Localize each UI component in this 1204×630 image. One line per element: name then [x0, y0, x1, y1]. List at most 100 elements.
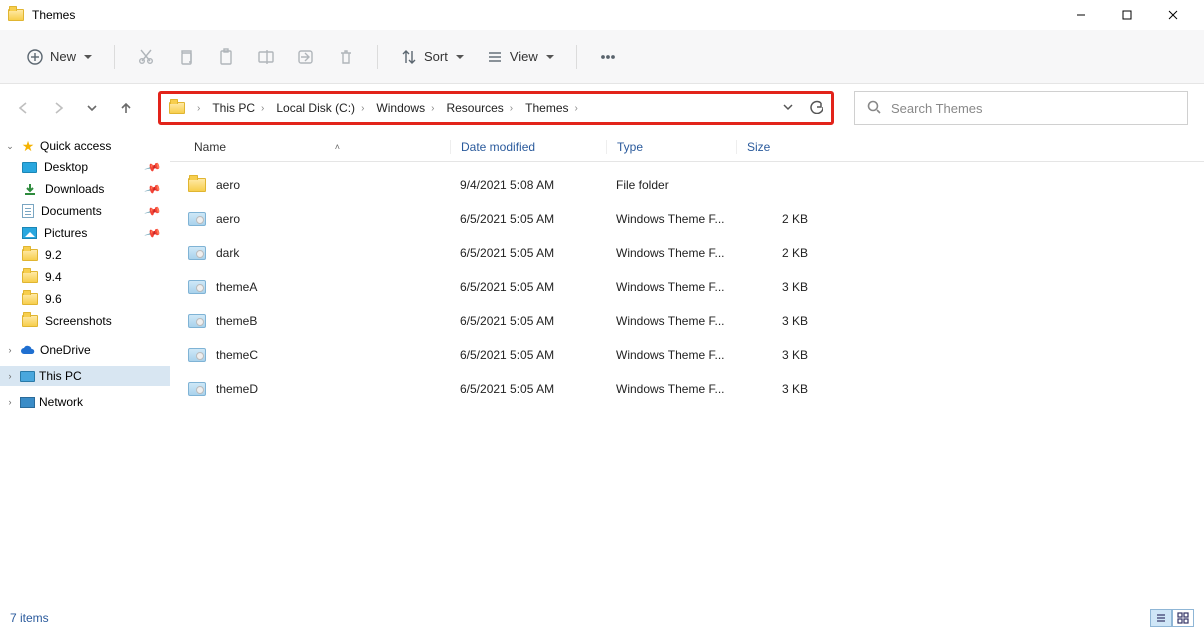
back-button[interactable]: [10, 94, 38, 122]
view-label: View: [510, 49, 538, 64]
ellipsis-icon: [599, 48, 617, 66]
address-bar[interactable]: › This PC› Local Disk (C:)› Windows› Res…: [158, 91, 834, 125]
rename-button[interactable]: [249, 40, 283, 74]
desktop-icon: [22, 162, 37, 173]
refresh-button[interactable]: [809, 100, 823, 117]
copy-button[interactable]: [169, 40, 203, 74]
minimize-button[interactable]: [1058, 0, 1104, 30]
file-name: themeC: [216, 348, 258, 362]
status-text: 7 items: [10, 611, 49, 625]
sidebar-item[interactable]: Desktop📌: [0, 156, 170, 178]
file-type: Windows Theme F...: [606, 348, 736, 362]
sidebar-item-label: 9.2: [45, 248, 62, 262]
folder-icon: [22, 271, 38, 283]
breadcrumb-label: Resources: [446, 101, 503, 115]
history-dropdown-button[interactable]: [781, 100, 795, 117]
theme-file-icon: [188, 382, 206, 396]
maximize-button[interactable]: [1104, 0, 1150, 30]
toolbar: New Sort View: [0, 30, 1204, 84]
column-header-name[interactable]: Name ˄: [170, 140, 450, 154]
folder-icon: [22, 249, 38, 261]
folder-icon: [188, 178, 206, 192]
file-size: 2 KB: [736, 246, 818, 260]
sidebar-item-quick-access[interactable]: ⌄ ★ Quick access: [0, 136, 170, 156]
search-input[interactable]: [891, 101, 1175, 116]
column-label: Date modified: [461, 140, 535, 154]
breadcrumb-item[interactable]: Resources›: [442, 99, 517, 117]
sort-label: Sort: [424, 49, 448, 64]
share-icon: [297, 48, 315, 66]
breadcrumb-item[interactable]: Windows›: [372, 99, 438, 117]
delete-button[interactable]: [329, 40, 363, 74]
sort-button[interactable]: Sort: [392, 40, 472, 74]
titlebar: Themes: [0, 0, 1204, 30]
breadcrumb-label: Windows: [376, 101, 425, 115]
sidebar-item[interactable]: ›This PC: [0, 366, 170, 386]
breadcrumb-label: Themes: [525, 101, 568, 115]
sidebar-item[interactable]: 9.6: [0, 288, 170, 310]
search-box[interactable]: [854, 91, 1188, 125]
column-label: Name: [194, 140, 226, 154]
paste-icon: [217, 48, 235, 66]
sidebar-item-label: OneDrive: [40, 343, 91, 357]
copy-icon: [177, 48, 195, 66]
sidebar-item[interactable]: Pictures📌: [0, 222, 170, 244]
theme-file-icon: [188, 246, 206, 260]
sidebar-item[interactable]: Downloads📌: [0, 178, 170, 200]
chevron-down-icon: [546, 55, 554, 59]
sidebar-item[interactable]: 9.4: [0, 266, 170, 288]
file-row[interactable]: themeD6/5/2021 5:05 AMWindows Theme F...…: [170, 372, 1204, 406]
paste-button[interactable]: [209, 40, 243, 74]
file-date: 9/4/2021 5:08 AM: [450, 178, 606, 192]
column-label: Type: [617, 140, 643, 154]
folder-icon: [169, 102, 185, 114]
file-row[interactable]: themeC6/5/2021 5:05 AMWindows Theme F...…: [170, 338, 1204, 372]
file-row[interactable]: dark6/5/2021 5:05 AMWindows Theme F...2 …: [170, 236, 1204, 270]
file-row[interactable]: themeA6/5/2021 5:05 AMWindows Theme F...…: [170, 270, 1204, 304]
file-type: Windows Theme F...: [606, 382, 736, 396]
download-icon: [22, 182, 38, 196]
column-header-date[interactable]: Date modified: [450, 140, 606, 154]
file-row[interactable]: themeB6/5/2021 5:05 AMWindows Theme F...…: [170, 304, 1204, 338]
sort-ascending-icon: ˄: [335, 142, 340, 152]
new-button[interactable]: New: [18, 40, 100, 74]
cut-button[interactable]: [129, 40, 163, 74]
trash-icon: [337, 48, 355, 66]
breadcrumb-chevron[interactable]: ›: [193, 101, 204, 116]
folder-icon: [22, 293, 38, 305]
file-name: aero: [216, 212, 240, 226]
sidebar-item-label: 9.4: [45, 270, 62, 284]
view-button[interactable]: View: [478, 40, 562, 74]
cut-icon: [137, 48, 155, 66]
sidebar-item-label: Desktop: [44, 160, 88, 174]
sidebar-item[interactable]: ›Network: [0, 392, 170, 412]
forward-button[interactable]: [44, 94, 72, 122]
file-size: 3 KB: [736, 348, 818, 362]
up-button[interactable]: [112, 94, 140, 122]
breadcrumb-item[interactable]: Themes›: [521, 99, 582, 117]
details-view-button[interactable]: [1150, 609, 1172, 627]
pictures-icon: [22, 227, 37, 239]
large-icons-view-button[interactable]: [1172, 609, 1194, 627]
chevron-down-icon: [456, 55, 464, 59]
sidebar-item[interactable]: 9.2: [0, 244, 170, 266]
cloud-icon: [20, 343, 36, 357]
window-controls: [1058, 0, 1196, 30]
column-header-size[interactable]: Size: [736, 140, 818, 154]
sidebar-item[interactable]: Screenshots: [0, 310, 170, 332]
search-icon: [867, 100, 881, 117]
column-header-type[interactable]: Type: [606, 140, 736, 154]
status-bar: 7 items: [0, 606, 1204, 630]
sidebar-item[interactable]: ›OneDrive: [0, 340, 170, 360]
sidebar-item[interactable]: Documents📌: [0, 200, 170, 222]
recent-locations-button[interactable]: [78, 94, 106, 122]
view-icon: [486, 48, 504, 66]
share-button[interactable]: [289, 40, 323, 74]
breadcrumb-item[interactable]: Local Disk (C:)›: [272, 99, 368, 117]
breadcrumb-item[interactable]: This PC›: [208, 99, 268, 117]
close-button[interactable]: [1150, 0, 1196, 30]
navigation-pane: ⌄ ★ Quick access Desktop📌Downloads📌Docum…: [0, 132, 170, 606]
more-button[interactable]: [591, 40, 625, 74]
file-row[interactable]: aero9/4/2021 5:08 AMFile folder: [170, 168, 1204, 202]
file-row[interactable]: aero6/5/2021 5:05 AMWindows Theme F...2 …: [170, 202, 1204, 236]
